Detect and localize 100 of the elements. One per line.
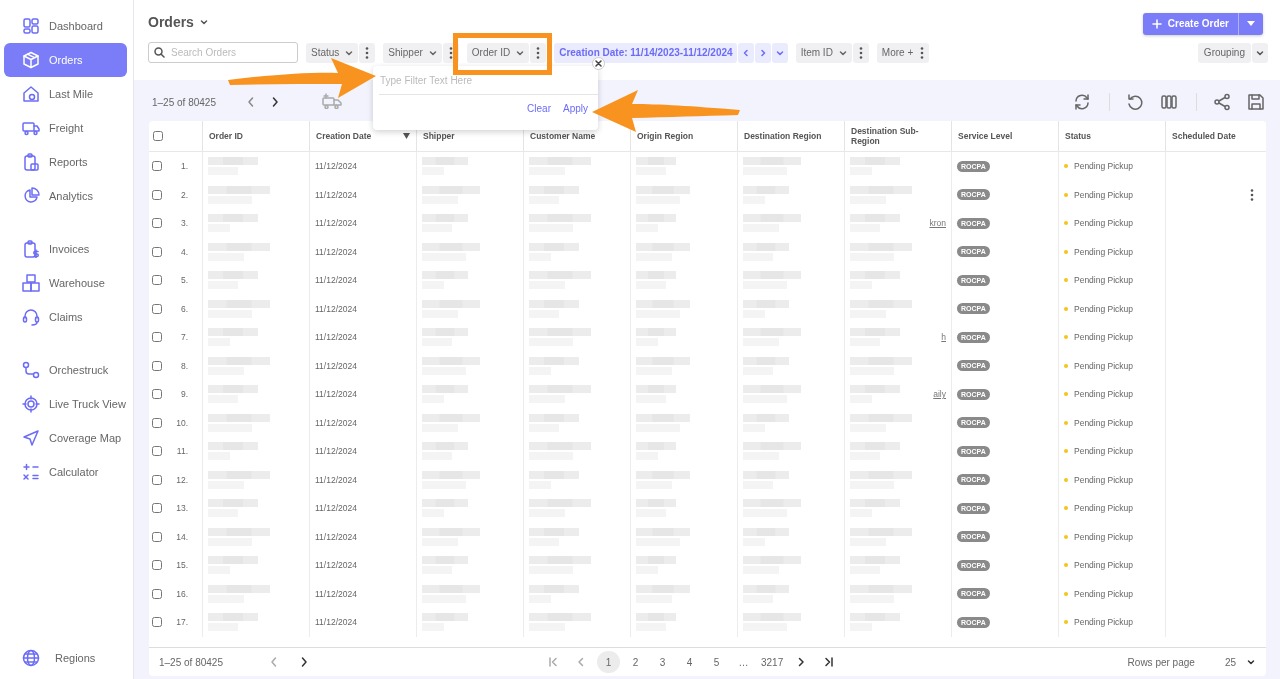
table-cell: 11/12/2024 [315, 189, 357, 200]
row-checkbox[interactable] [152, 446, 162, 457]
status-text: Pending Pickup [1074, 161, 1134, 172]
page-button[interactable]: … [731, 651, 755, 673]
blurred-text [850, 356, 912, 375]
blurred-text [208, 242, 270, 261]
page-button[interactable]: 3217 [758, 651, 786, 673]
row-checkbox[interactable] [152, 161, 162, 172]
table-cell: 11/12/2024 [315, 560, 357, 571]
column-header[interactable]: Service Level [951, 121, 1058, 151]
search-field[interactable]: Search Orders [148, 42, 298, 63]
rows-per-page-label: Rows per page [1127, 656, 1195, 668]
page-button[interactable]: 5 [704, 651, 728, 673]
row-checkbox[interactable] [152, 189, 162, 200]
sidebar-item[interactable]: Orders [4, 43, 127, 77]
filter-text-field[interactable]: Type Filter Text Here [379, 66, 598, 95]
page-button[interactable]: 1 [596, 651, 620, 673]
sidebar-item[interactable]: Reports [4, 145, 127, 179]
blurred-text [743, 527, 789, 546]
column-header[interactable]: Order ID [202, 121, 309, 151]
blurred-text [636, 242, 690, 261]
table-cell: 11/12/2024 [315, 218, 357, 229]
sidebar-item[interactable]: Last Mile [4, 77, 127, 111]
page-button[interactable]: 2 [623, 651, 647, 673]
blurred-text [208, 584, 270, 603]
clear-button[interactable]: Clear [523, 101, 555, 116]
sidebar-item[interactable]: Dashboard [4, 9, 127, 43]
blurred-text [743, 556, 801, 575]
previous-button[interactable] [737, 42, 754, 63]
dropdown-button[interactable] [771, 42, 788, 63]
search-input[interactable]: Search Orders [171, 47, 281, 58]
column-header[interactable]: Status [1058, 121, 1165, 151]
row-checkbox[interactable] [152, 588, 162, 599]
column-header[interactable]: Destination Sub-Region [844, 121, 951, 151]
sidebar-item[interactable]: Coverage Map [4, 421, 127, 455]
blurred-text [743, 613, 801, 632]
more-filters-button[interactable]: More + [876, 42, 930, 63]
table-cell: 11/12/2024 [315, 389, 357, 400]
status-text: Pending Pickup [1074, 617, 1134, 628]
row-checkbox[interactable] [152, 303, 162, 314]
blurred-text [850, 385, 900, 404]
row-checkbox[interactable] [152, 275, 162, 286]
row-checkbox[interactable] [152, 218, 162, 229]
blurred-text [422, 271, 468, 290]
column-header[interactable]: Scheduled Date [1165, 121, 1265, 151]
cell-text: aily [933, 389, 946, 400]
chevron-left-icon [268, 656, 279, 668]
rows-per-page-select[interactable]: 25 [1224, 656, 1236, 668]
row-checkbox[interactable] [152, 617, 162, 628]
row-menu-button[interactable] [1250, 188, 1254, 201]
apply-button[interactable]: Apply [559, 101, 592, 116]
table-cell: 11/12/2024 [315, 246, 357, 257]
more-icon [920, 46, 925, 59]
sidebar-item[interactable]: Claims [4, 300, 127, 334]
blurred-text [422, 613, 468, 632]
filter-menu-button[interactable] [359, 42, 376, 63]
select-all-checkbox[interactable] [153, 131, 163, 141]
sidebar-item[interactable]: Live Truck View [4, 387, 127, 421]
row-checkbox[interactable] [152, 332, 162, 343]
status-text: Pending Pickup [1074, 560, 1134, 571]
sidebar-item[interactable]: Warehouse [4, 266, 127, 300]
row-number: 9. [180, 389, 188, 400]
filter-menu-button[interactable] [852, 42, 869, 63]
filter-menu-button[interactable] [530, 42, 547, 63]
blurred-text [529, 328, 591, 347]
chevron-left-icon [575, 657, 586, 667]
sidebar-item[interactable]: Analytics [4, 179, 127, 213]
dropdown-button[interactable] [1252, 42, 1268, 63]
page-title[interactable]: Orders [148, 13, 209, 30]
blurred-text [636, 157, 676, 176]
grouping-dropdown[interactable]: Grouping [1197, 42, 1251, 63]
blurred-text [208, 356, 270, 375]
dashboard-icon [22, 17, 40, 35]
table-cell: 11/12/2024 [315, 588, 357, 599]
location-icon [22, 395, 40, 413]
filter-chip[interactable]: Status [306, 42, 359, 63]
sidebar-item[interactable]: Calculator [4, 455, 127, 489]
filter-chip[interactable]: Shipper [383, 42, 442, 63]
filter-chip[interactable]: Order ID [466, 42, 530, 63]
sidebar-item[interactable]: Orchestruck [4, 353, 127, 387]
page-button[interactable]: 4 [677, 651, 701, 673]
sidebar-item[interactable]: Regions [4, 638, 127, 678]
sort-descending-icon [403, 133, 410, 139]
row-checkbox[interactable] [152, 417, 162, 428]
row-checkbox[interactable] [152, 389, 162, 400]
sidebar-item[interactable]: Invoices [4, 232, 127, 266]
row-number: 5. [180, 275, 188, 286]
row-checkbox[interactable] [152, 474, 162, 485]
row-checkbox[interactable] [152, 246, 162, 257]
sidebar-item[interactable]: Freight [4, 111, 127, 145]
row-checkbox[interactable] [152, 360, 162, 371]
page-button[interactable]: 3 [650, 651, 674, 673]
next-button[interactable] [754, 42, 771, 63]
filter-chip[interactable]: Item ID [795, 42, 852, 63]
date-filter-chip[interactable]: Creation Date: 11/14/2023-11/12/2024 [554, 42, 737, 63]
row-checkbox[interactable] [152, 503, 162, 514]
save-icon [1247, 93, 1265, 111]
column-header[interactable]: Destination Region [737, 121, 844, 151]
row-checkbox[interactable] [152, 560, 162, 571]
row-checkbox[interactable] [152, 531, 162, 542]
